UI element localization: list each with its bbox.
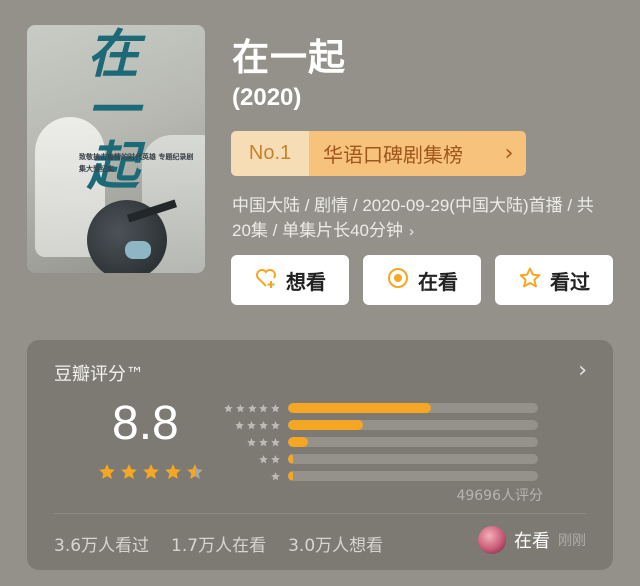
action-buttons: 想看 在看 看过: [231, 255, 613, 305]
histogram-star-label: [223, 420, 288, 431]
want-to-watch-label: 想看: [286, 269, 326, 294]
histogram-star-label: [223, 471, 288, 482]
histogram-bar: [288, 437, 308, 447]
audience-stats: 3.6万人看过 1.7万人在看 3.0万人想看: [54, 531, 383, 556]
histogram-row: [223, 400, 545, 416]
heart-plus-icon: [254, 266, 278, 295]
star-icon: [259, 420, 268, 429]
star-icon: [143, 464, 159, 479]
histogram-row: [223, 468, 545, 484]
target-icon: [386, 266, 410, 295]
vote-count: 49696人评分: [456, 488, 543, 504]
want-count: 3.0万人想看: [288, 536, 384, 556]
star-icon: [187, 464, 203, 479]
watching-label: 在看: [418, 269, 458, 294]
watched-label: 看过: [550, 269, 590, 294]
star-icon: [271, 420, 280, 429]
star-icon: [271, 471, 280, 480]
rating-stars: [97, 462, 205, 482]
avatar: [478, 526, 506, 554]
chevron-right-icon[interactable]: ›: [578, 358, 587, 383]
watching-button[interactable]: 在看: [363, 255, 481, 305]
star-icon: [259, 437, 268, 446]
page-title: 在一起: [232, 37, 346, 78]
star-icon: [271, 437, 280, 446]
star-icon: [165, 464, 181, 479]
poster-image[interactable]: 在一起 致敬抗击疫情的时代英雄 专题纪录剧集大型纪实: [27, 25, 205, 273]
divider: [54, 513, 586, 514]
watched-button[interactable]: 看过: [495, 255, 613, 305]
histogram-row: [223, 451, 545, 467]
rating-title: 豆瓣评分™: [54, 364, 144, 385]
rating-histogram: [223, 400, 545, 485]
histogram-star-label: [223, 437, 288, 448]
poster-mask: [125, 241, 151, 259]
histogram-bar: [288, 471, 293, 481]
histogram-row: [223, 417, 545, 433]
my-status[interactable]: 在看 刚刚: [478, 526, 586, 554]
star-icon: [247, 437, 256, 446]
histogram-track: [288, 437, 538, 447]
watched-count: 3.6万人看过: [54, 536, 150, 556]
star-icon: [247, 420, 256, 429]
rank-badge[interactable]: No.1 华语口碑剧集榜 ›: [231, 131, 526, 176]
star-icon: [235, 403, 245, 412]
histogram-track: [288, 454, 538, 464]
histogram-bar: [288, 454, 293, 464]
star-icon: [271, 403, 280, 412]
chevron-right-icon: ›: [409, 223, 414, 240]
star-icon: [224, 403, 233, 412]
star-icon: [247, 403, 257, 412]
rank-number: No.1: [231, 131, 309, 176]
want-to-watch-button[interactable]: 想看: [231, 255, 349, 305]
histogram-row: [223, 434, 545, 450]
watching-count: 1.7万人在看: [171, 536, 267, 556]
my-status-time: 刚刚: [558, 533, 586, 549]
poster-tagline: 致敬抗击疫情的时代英雄 专题纪录剧集大型纪实: [79, 153, 194, 173]
star-icon: [99, 464, 115, 479]
rank-list-name: 华语口碑剧集榜: [309, 131, 492, 176]
star-icon: [259, 403, 269, 412]
rating-card[interactable]: 豆瓣评分™ › 8.8 49696人评分 3.6万人看过 1.7万人在看 3.0…: [27, 340, 613, 570]
histogram-star-label: [223, 454, 288, 465]
meta-info[interactable]: 中国大陆 / 剧情 / 2020-09-29(中国大陆)首播 / 共20集 / …: [232, 193, 612, 244]
chevron-right-icon: ›: [492, 131, 526, 176]
histogram-track: [288, 420, 538, 430]
release-year: (2020): [232, 84, 302, 111]
star-icon: [235, 420, 244, 429]
star-icon: [121, 464, 137, 479]
star-outline-icon: [518, 266, 542, 295]
star-icon: [271, 454, 280, 463]
star-icon: [259, 454, 268, 463]
histogram-bar: [288, 420, 363, 430]
my-status-label: 在看: [514, 531, 550, 552]
histogram-star-label: [223, 403, 288, 414]
histogram-track: [288, 471, 538, 481]
rating-score: 8.8: [112, 397, 179, 450]
histogram-track: [288, 403, 538, 413]
histogram-bar: [288, 403, 431, 413]
